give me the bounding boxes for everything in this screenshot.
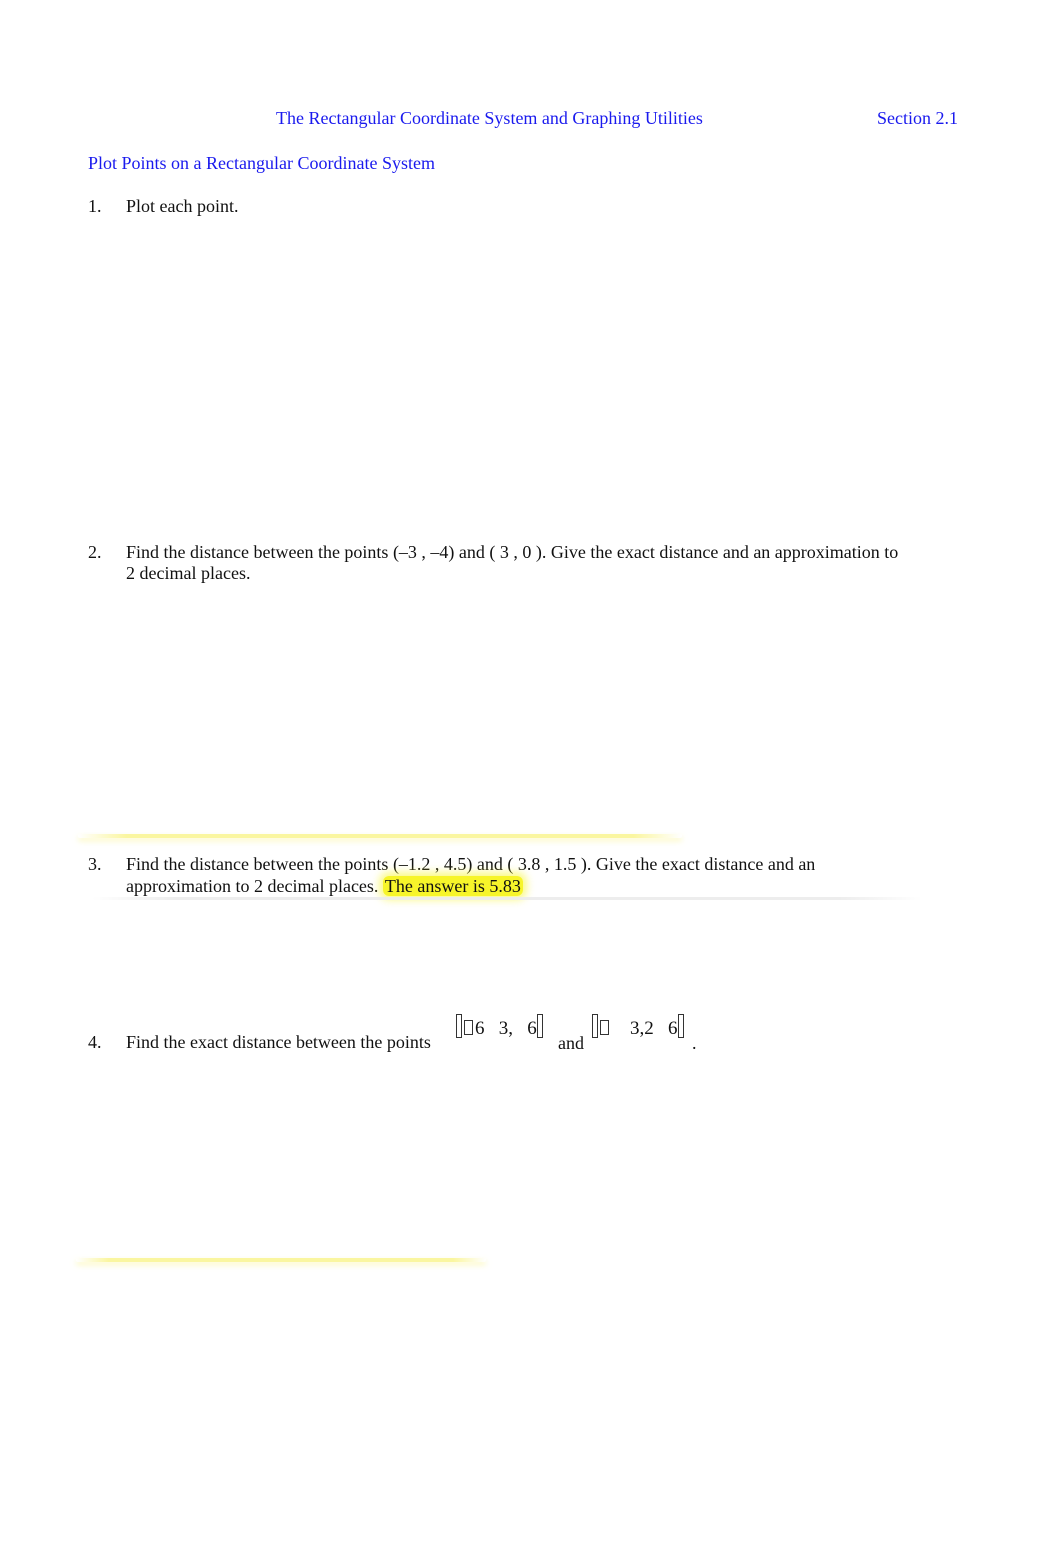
problem-number: 1. xyxy=(88,196,102,216)
problem-text-continued: 2 decimal places. xyxy=(126,563,251,583)
problem-number: 2. xyxy=(88,542,102,562)
problem-text-continued: approximation to 2 decimal places. The a… xyxy=(126,876,523,897)
term: 6 xyxy=(475,1018,485,1039)
missing-glyph xyxy=(600,1020,609,1035)
left-bracket-glyph xyxy=(456,1014,462,1038)
problem-text: Find the distance between the points (–3… xyxy=(126,542,899,562)
problem-text: Find the exact distance between the poin… xyxy=(126,1032,431,1052)
point-1-expression: 6 3, 6 xyxy=(456,1014,543,1040)
subheading: Plot Points on a Rectangular Coordinate … xyxy=(88,153,435,173)
document-title: The Rectangular Coordinate System and Gr… xyxy=(276,108,703,128)
divider-shadow xyxy=(92,897,922,900)
and-word: and xyxy=(558,1033,584,1053)
term: 6 xyxy=(527,1018,537,1039)
term: 6 xyxy=(668,1018,678,1039)
section-label: Section 2.1 xyxy=(877,108,958,128)
highlighted-answer: The answer is 5.83 xyxy=(382,876,523,896)
problem-number: 4. xyxy=(88,1032,102,1052)
term: 3, xyxy=(498,1018,513,1039)
missing-glyph xyxy=(464,1020,473,1035)
problem-text-line2: approximation to 2 decimal places. xyxy=(126,876,383,896)
highlight-stroke xyxy=(76,1258,486,1262)
problem-text: Plot each point. xyxy=(126,196,239,216)
left-bracket-glyph xyxy=(592,1014,598,1038)
highlight-stroke xyxy=(78,834,682,838)
point-2-expression: 3,2 6 xyxy=(592,1014,684,1040)
right-bracket-glyph xyxy=(536,1014,543,1038)
sentence-period: . xyxy=(692,1033,697,1053)
problem-number: 3. xyxy=(88,854,102,874)
problem-text: Find the distance between the points (–1… xyxy=(126,854,816,874)
term: 3,2 xyxy=(630,1018,654,1039)
right-bracket-glyph xyxy=(677,1014,684,1038)
